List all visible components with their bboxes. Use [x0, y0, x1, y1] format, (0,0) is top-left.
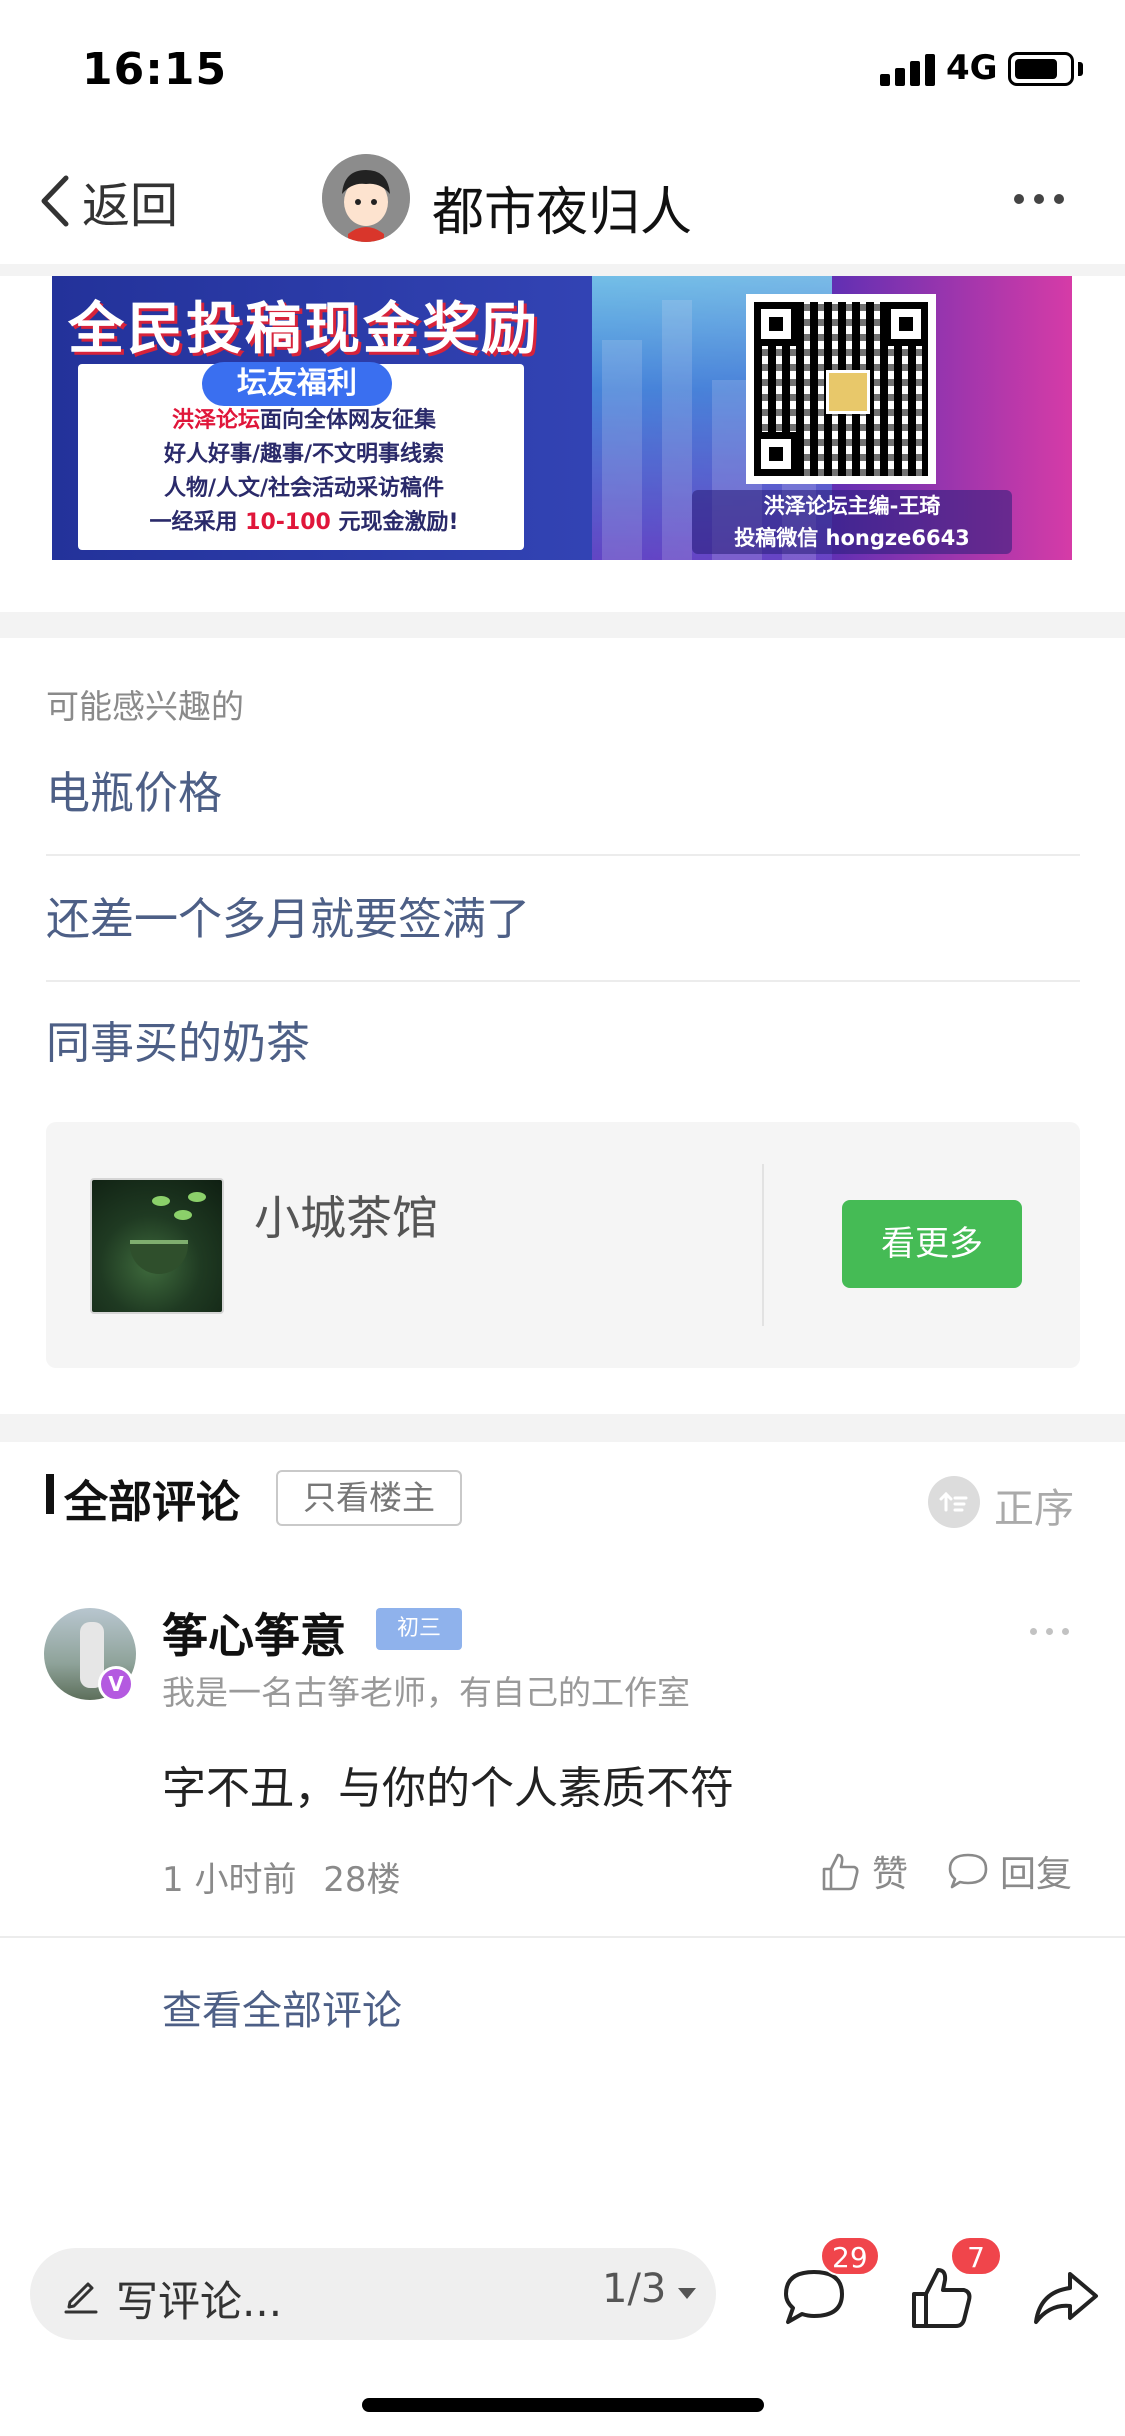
comment-meta: 1 小时前 28楼 [162, 1852, 401, 1901]
banner-line-1: 面向全体网友征集 [260, 408, 437, 433]
write-comment-placeholder: 写评论... [116, 2277, 283, 2326]
forum-thumbnail [90, 1178, 224, 1314]
verified-badge-icon: V [98, 1666, 134, 1702]
page-title: 都市夜归人 [432, 183, 693, 243]
banner-text: 洪泽论坛面向全体网友征集 好人好事/趣事/不文明事线索 人物/人文/社会活动采访… [92, 404, 516, 540]
forum-card[interactable]: 小城茶馆 看更多 [46, 1122, 1080, 1368]
status-bar: 16:15 4G [0, 0, 1125, 132]
interest-link-1[interactable]: 电瓶价格 [46, 732, 1080, 856]
qr-code-icon [746, 294, 936, 484]
author-avatar[interactable] [322, 154, 410, 242]
caret-down-icon [678, 2288, 696, 2299]
user-level-badge: 初三 [376, 1608, 462, 1650]
chevron-left-icon [41, 175, 69, 227]
share-icon[interactable] [1030, 2262, 1102, 2334]
like-count-badge: 7 [950, 2236, 1002, 2276]
banner-line-4-prefix: 一经采用 [149, 510, 238, 535]
section-divider-2 [0, 1414, 1125, 1442]
interest-heading: 可能感兴趣的 [46, 687, 244, 726]
comment-reply-button[interactable]: 回复 [946, 1848, 1073, 1895]
comment-count-badge: 29 [820, 2236, 880, 2276]
pencil-icon [64, 2282, 98, 2314]
write-comment-input[interactable]: 写评论... 1/3 [30, 2248, 716, 2340]
battery-tip [1078, 62, 1083, 76]
signal-icon [880, 54, 936, 86]
banner-brand: 洪泽论坛 [171, 408, 260, 433]
network-type: 4G [946, 48, 998, 88]
divider-strip [0, 264, 1125, 276]
more-options-icon[interactable] [1014, 194, 1064, 206]
banner-line-2: 好人好事/趣事/不文明事线索 [163, 442, 445, 467]
interest-link-3[interactable]: 同事买的奶茶 [46, 982, 1080, 1106]
qr-caption: 洪泽论坛主编-王琦 投稿微信 hongze6643 [692, 490, 1012, 554]
status-time: 16:15 [82, 44, 228, 95]
forum-divider [762, 1164, 764, 1326]
op-only-toggle[interactable]: 只看楼主 [276, 1470, 462, 1526]
banner-amount: 10-100 [245, 510, 331, 535]
nav-bar: 返回 都市夜归人 [0, 140, 1125, 260]
qr-caption-line-2: 投稿微信 hongze6643 [734, 526, 970, 550]
view-all-comments-link[interactable]: 查看全部评论 [162, 1978, 402, 2036]
battery-icon [1008, 52, 1074, 86]
comment-more-icon[interactable] [1030, 1628, 1070, 1636]
comment-like-button[interactable]: 赞 [818, 1848, 909, 1895]
banner-line-4-suffix: 元现金激励! [338, 510, 459, 535]
back-label: 返回 [82, 178, 179, 234]
page-indicator[interactable]: 1/3 [602, 2266, 666, 2312]
comment-time: 1 小时前 [162, 1860, 297, 1900]
qr-caption-line-1: 洪泽论坛主编-王琦 [763, 494, 941, 518]
sort-order-label[interactable]: 正序 [994, 1476, 1074, 1534]
back-button[interactable]: 返回 [34, 166, 178, 236]
see-more-button[interactable]: 看更多 [842, 1200, 1022, 1288]
comment-floor: 28楼 [323, 1860, 401, 1900]
commenter-bio: 我是一名古筝老师，有自己的工作室 [162, 1673, 690, 1712]
banner-line-3: 人物/人文/社会活动采访稿件 [163, 476, 445, 501]
cartoon-avatar-icon [322, 154, 410, 242]
commenter-name[interactable]: 筝心筝意 [162, 1600, 346, 1666]
comment-text: 字不丑，与你的个人素质不符 [162, 1763, 734, 1814]
comments-title: 全部评论 [64, 1477, 240, 1528]
section-divider [0, 612, 1125, 638]
interest-link-2[interactable]: 还差一个多月就要签满了 [46, 858, 1080, 982]
promo-banner[interactable]: 全民投稿现金奖励 坛友福利 洪泽论坛面向全体网友征集 好人好事/趣事/不文明事线… [52, 276, 1072, 560]
banner-headline: 全民投稿现金奖励 [68, 297, 540, 362]
home-indicator[interactable] [362, 2398, 764, 2412]
chat-bubble-icon [948, 1853, 988, 1889]
forum-name: 小城茶馆 [254, 1191, 438, 1245]
banner-tag: 坛友福利 [202, 362, 392, 406]
reply-label: 回复 [1000, 1854, 1073, 1895]
comments-title-marker [46, 1474, 54, 1514]
sort-order-icon[interactable] [928, 1476, 980, 1528]
comment-divider [0, 1936, 1125, 1938]
like-label: 赞 [872, 1854, 909, 1895]
thumbs-up-icon [822, 1853, 859, 1891]
